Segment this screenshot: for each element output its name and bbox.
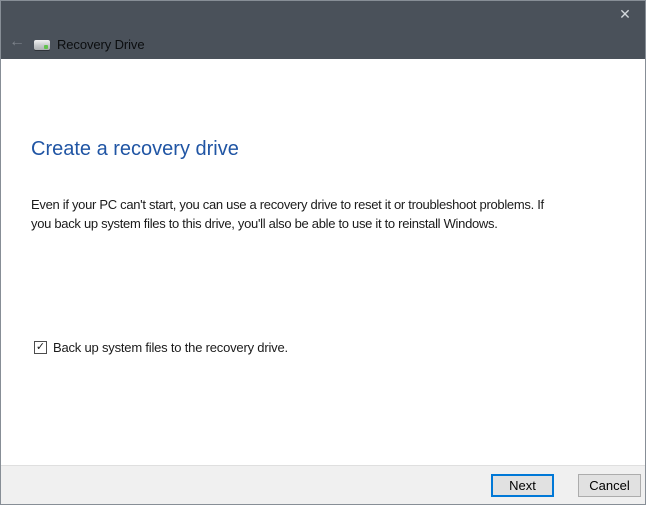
description-line-2: you back up system files to this drive, … <box>31 214 544 233</box>
drive-led-dot <box>44 45 48 49</box>
footer-bar: Next Cancel <box>1 465 645 504</box>
next-button[interactable]: Next <box>491 474 554 497</box>
checkbox-box[interactable]: ✓ <box>34 341 47 354</box>
recovery-drive-icon <box>34 40 50 50</box>
checkbox-label: Back up system files to the recovery dri… <box>53 340 288 355</box>
close-icon: ✕ <box>619 6 631 23</box>
titlebar: ✕ ← Recovery Drive <box>1 1 645 59</box>
backup-system-files-checkbox[interactable]: ✓ Back up system files to the recovery d… <box>34 340 288 355</box>
recovery-drive-window: ✕ ← Recovery Drive Create a recovery dri… <box>0 0 646 505</box>
close-button[interactable]: ✕ <box>611 3 639 25</box>
window-title: Recovery Drive <box>57 37 144 52</box>
description-text: Even if your PC can't start, you can use… <box>31 195 544 233</box>
description-line-1: Even if your PC can't start, you can use… <box>31 195 544 214</box>
back-button[interactable]: ← <box>6 32 28 52</box>
checkmark-icon: ✓ <box>36 342 45 353</box>
cancel-button[interactable]: Cancel <box>578 474 641 497</box>
wizard-content: Create a recovery drive Even if your PC … <box>1 59 645 464</box>
page-title: Create a recovery drive <box>31 138 239 161</box>
back-arrow-icon: ← <box>9 33 25 51</box>
